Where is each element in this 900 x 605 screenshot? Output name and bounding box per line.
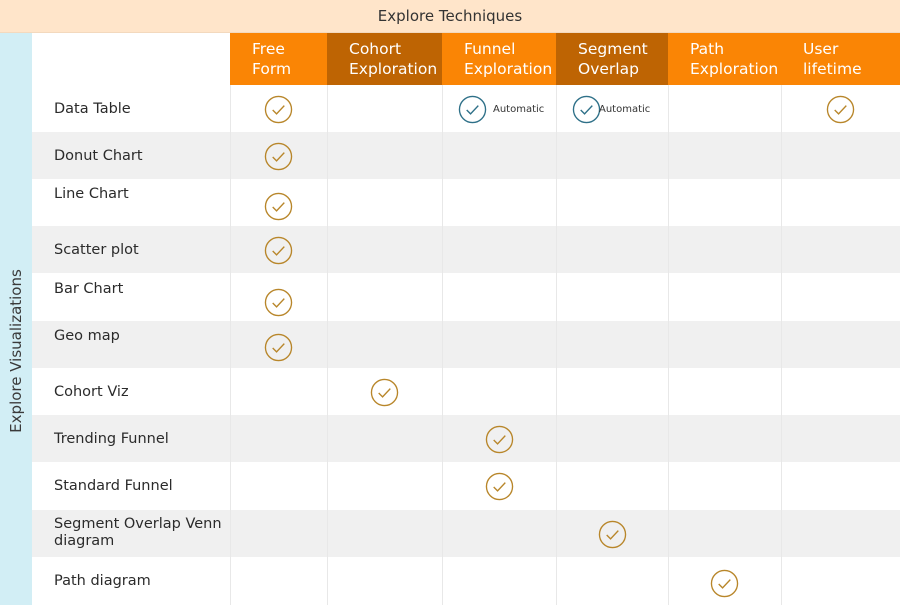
- technique-header-4: Path Exploration: [668, 33, 781, 85]
- technique-header-5: User lifetime: [781, 33, 900, 85]
- visualization-label: Standard Funnel: [54, 478, 173, 494]
- technique-label-line2: Exploration: [464, 60, 553, 78]
- technique-label-line2: Overlap: [578, 60, 639, 78]
- matrix-cell: [230, 321, 327, 368]
- check-circle-icon: [485, 425, 514, 454]
- visualization-label: Data Table: [54, 101, 131, 117]
- table-row: Donut Chart: [32, 132, 900, 179]
- technique-label-line2: Form: [252, 60, 292, 78]
- automatic-note: Automatic: [599, 104, 651, 115]
- technique-header-row: Free Form Cohort Exploration Funnel Explorati…: [32, 33, 900, 85]
- check-circle-icon: [264, 333, 293, 362]
- table-row: Segment Overlap Venn diagram: [32, 510, 900, 557]
- check-circle-icon: [264, 236, 293, 265]
- check-circle-icon: [826, 95, 855, 124]
- check-circle-icon: [370, 378, 399, 407]
- visualization-label: Bar Chart: [54, 281, 124, 297]
- technique-header-3: Segment Overlap: [556, 33, 668, 85]
- technique-label-line1: Free: [252, 40, 285, 58]
- matrix-cell: [230, 274, 327, 321]
- visualization-label: Geo map: [54, 328, 120, 344]
- matrix-cell: [442, 462, 556, 509]
- column-divider: [230, 85, 231, 605]
- check-circle-icon: [264, 142, 293, 171]
- table-row: Standard Funnel: [32, 462, 900, 509]
- check-circle-icon: [264, 192, 293, 221]
- technique-header-1: Cohort Exploration: [327, 33, 442, 85]
- technique-label-line2: lifetime: [803, 60, 862, 78]
- check-circle-icon: [710, 569, 739, 598]
- technique-label-line2: Exploration: [690, 60, 779, 78]
- matrix-cell: Automatic: [556, 85, 668, 132]
- matrix-cell: [781, 85, 900, 132]
- check-circle-icon: [264, 288, 293, 317]
- matrix-cell: [327, 368, 442, 415]
- visualization-label: Path diagram: [54, 573, 151, 589]
- automatic-check-icon: [572, 95, 601, 124]
- visualization-label: Donut Chart: [54, 148, 143, 164]
- technique-header-2: Funnel Exploration: [442, 33, 556, 85]
- matrix-cell: [230, 132, 327, 179]
- table-row: Data Table Automatic Automatic: [32, 85, 900, 132]
- table-row: Cohort Viz: [32, 368, 900, 415]
- column-divider: [327, 85, 328, 605]
- explore-visualizations-title: Explore Visualizations: [7, 269, 25, 433]
- column-divider: [781, 85, 782, 605]
- table-row: Trending Funnel: [32, 415, 900, 462]
- visualization-label: Line Chart: [54, 186, 129, 202]
- matrix-cell: [230, 85, 327, 132]
- explore-techniques-header: Explore Techniques: [0, 0, 900, 33]
- column-divider: [556, 85, 557, 605]
- technique-label-line1: Segment: [578, 40, 648, 58]
- matrix-cell: Automatic: [442, 85, 556, 132]
- matrix-cell: [668, 557, 781, 604]
- explore-visualizations-sidebar: Explore Visualizations: [0, 33, 32, 605]
- visualization-label: Segment Overlap Venn diagram: [54, 516, 222, 549]
- technique-label-line1: Path: [690, 40, 725, 58]
- visualization-label: Scatter plot: [54, 242, 139, 258]
- check-circle-icon: [264, 95, 293, 124]
- automatic-check-icon: [458, 95, 487, 124]
- explore-techniques-title: Explore Techniques: [377, 7, 523, 25]
- check-circle-icon: [598, 520, 627, 549]
- compatibility-matrix: Free Form Cohort Exploration Funnel Explorati…: [32, 33, 900, 605]
- table-row: Path diagram: [32, 557, 900, 604]
- table-row: Scatter plot: [32, 226, 900, 273]
- visualization-label: Trending Funnel: [54, 431, 169, 447]
- matrix-cell: [230, 226, 327, 273]
- table-row: Line Chart: [32, 179, 900, 226]
- technique-label-line1: Funnel: [464, 40, 516, 58]
- matrix-cell: [442, 415, 556, 462]
- matrix-cell: [556, 510, 668, 557]
- technique-label-line1: User: [803, 40, 839, 58]
- column-divider: [442, 85, 443, 605]
- matrix-cell: [230, 179, 327, 226]
- technique-label-line2: Exploration: [349, 60, 438, 78]
- table-row: Bar Chart: [32, 274, 900, 321]
- check-circle-icon: [485, 472, 514, 501]
- technique-label-line1: Cohort: [349, 40, 402, 58]
- technique-header-0: Free Form: [230, 33, 327, 85]
- automatic-note: Automatic: [493, 104, 545, 115]
- visualization-label: Cohort Viz: [54, 384, 129, 400]
- column-divider: [668, 85, 669, 605]
- table-row: Geo map: [32, 321, 900, 368]
